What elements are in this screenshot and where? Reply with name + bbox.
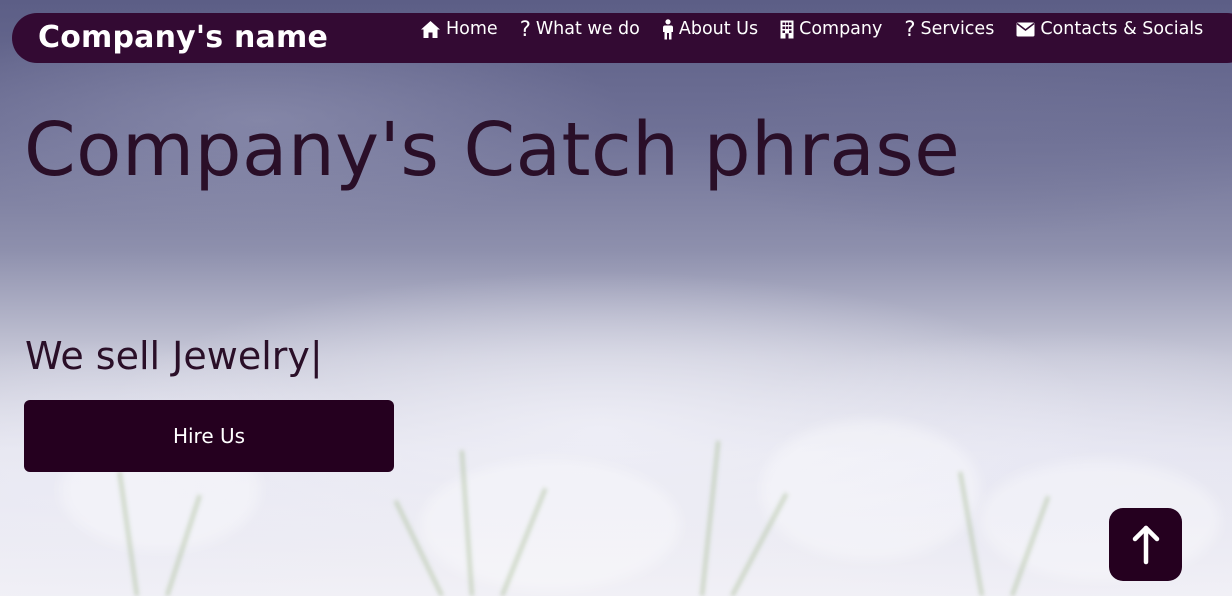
scroll-to-top-button[interactable] xyxy=(1109,508,1182,581)
home-icon xyxy=(420,19,441,39)
background-blob xyxy=(760,420,980,560)
background-plant xyxy=(730,492,789,596)
brand-name[interactable]: Company's name xyxy=(38,19,328,57)
nav-item-label: Home xyxy=(446,19,498,39)
nav-menu: Home ? What we do About Us Company ? Ser… xyxy=(420,13,1203,45)
background-plant xyxy=(700,440,721,596)
envelope-icon xyxy=(1016,19,1035,39)
question-icon: ? xyxy=(904,17,916,41)
hero-title: Company's Catch phrase xyxy=(24,107,961,193)
person-icon xyxy=(662,18,674,39)
nav-item-contacts-socials[interactable]: Contacts & Socials xyxy=(1016,13,1203,45)
nav-item-home[interactable]: Home xyxy=(420,13,498,45)
hero-tagline: We sell Jewelry| xyxy=(25,330,323,382)
nav-item-services[interactable]: ? Services xyxy=(904,13,994,45)
hire-us-button[interactable]: Hire Us xyxy=(24,400,394,472)
nav-item-label: Services xyxy=(920,19,995,39)
nav-item-label: What we do xyxy=(535,19,640,39)
nav-item-label: Contacts & Socials xyxy=(1040,19,1204,39)
tagline-text: We sell Jewelry xyxy=(25,334,310,378)
nav-item-label: About Us xyxy=(678,19,759,39)
nav-item-what-we-do[interactable]: ? What we do xyxy=(520,13,640,45)
nav-item-label: Company xyxy=(799,19,883,39)
nav-item-company[interactable]: Company xyxy=(780,13,882,45)
background-blob xyxy=(420,460,680,590)
navbar: Company's name Home ? What we do About U… xyxy=(12,13,1232,63)
nav-item-about-us[interactable]: About Us xyxy=(662,13,758,45)
arrow-up-icon xyxy=(1131,525,1161,565)
hero-background xyxy=(0,0,1232,596)
background-blob xyxy=(980,460,1220,580)
question-icon: ? xyxy=(519,17,531,41)
building-icon xyxy=(780,19,794,39)
typing-cursor: | xyxy=(309,334,323,378)
